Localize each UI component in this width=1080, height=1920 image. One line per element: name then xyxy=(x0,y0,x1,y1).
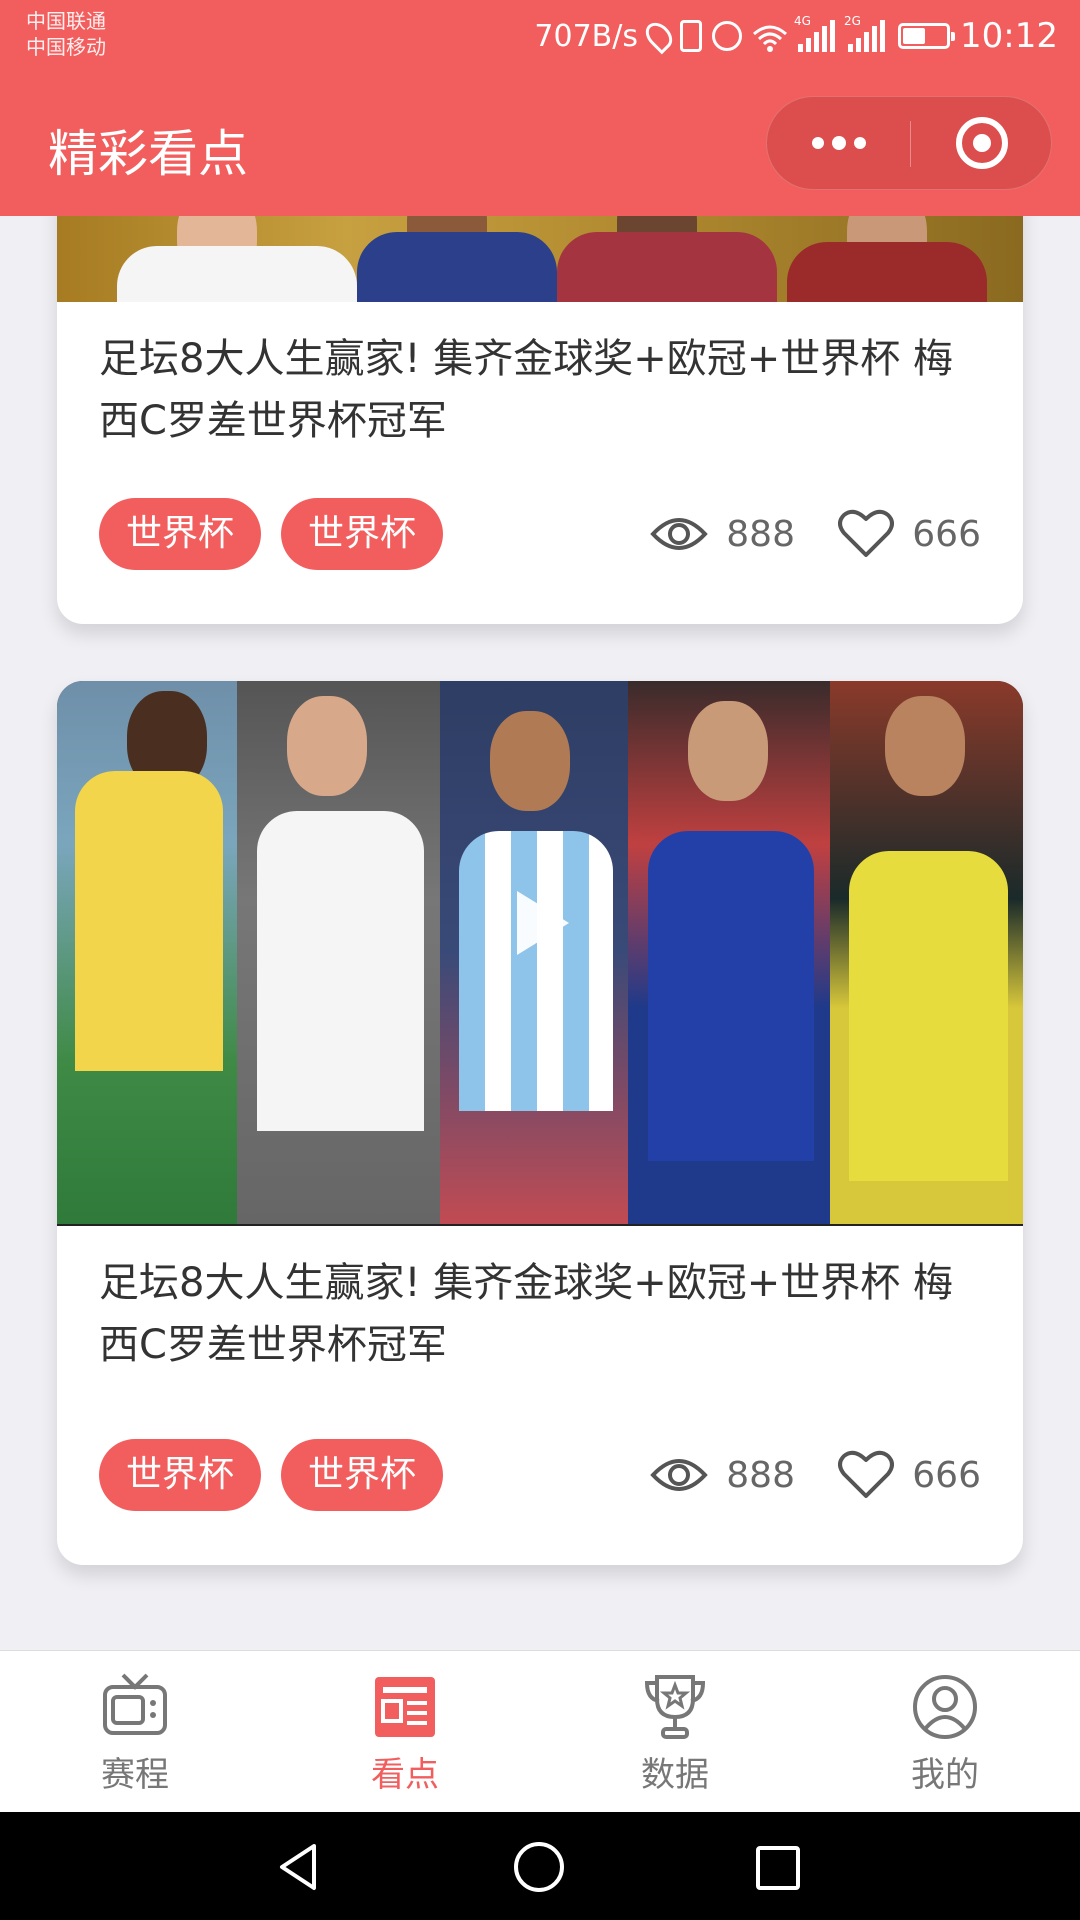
player-photo xyxy=(237,681,440,1226)
news-icon xyxy=(369,1671,441,1743)
article-title[interactable]: 足坛8大人生赢家! 集齐金球奖+欧冠+世界杯 梅西C罗差世界杯冠军 xyxy=(57,302,1023,452)
tab-bar: 赛程 看点 数据 我的 xyxy=(0,1650,1080,1812)
carrier-info: 中国联通 中国移动 xyxy=(26,8,106,60)
carrier-2: 中国移动 xyxy=(26,35,106,59)
tab-data[interactable]: 数据 xyxy=(540,1651,810,1812)
view-count-value: 888 xyxy=(726,1454,795,1496)
article-thumbnail[interactable] xyxy=(57,216,1023,302)
signal-1-icon: 4G xyxy=(794,14,838,52)
like-count[interactable]: 666 xyxy=(838,1439,981,1511)
play-icon[interactable] xyxy=(517,891,569,955)
like-count-value: 666 xyxy=(912,513,981,555)
thumbnail-border xyxy=(57,1224,1023,1226)
tag-chip[interactable]: 世界杯 xyxy=(99,498,261,570)
tag-chip[interactable]: 世界杯 xyxy=(281,1439,443,1511)
status-bar: 中国联通 中国移动 707B/s 4G 2G 10:12 xyxy=(0,0,1080,72)
recent-apps-icon[interactable] xyxy=(756,1846,800,1890)
article-meta: 世界杯 世界杯 888 666 xyxy=(99,498,981,570)
nav-bar: 精彩看点 xyxy=(0,72,1080,216)
clock: 10:12 xyxy=(960,16,1058,56)
player-photo xyxy=(117,246,357,302)
home-icon[interactable] xyxy=(514,1842,564,1892)
user-icon xyxy=(909,1671,981,1743)
capsule-menu xyxy=(766,96,1052,190)
heart-icon[interactable] xyxy=(838,1450,895,1500)
tag-chip[interactable]: 世界杯 xyxy=(99,1439,261,1511)
status-icons: 707B/s 4G 2G 10:12 xyxy=(534,14,1058,58)
tv-icon xyxy=(99,1671,171,1743)
player-photo xyxy=(787,242,987,302)
view-count: 888 xyxy=(650,498,795,570)
more-dots-icon[interactable] xyxy=(767,97,910,189)
trophy-icon xyxy=(639,1671,711,1743)
mini-program-close-icon[interactable] xyxy=(910,97,1053,189)
carrier-1: 中国联通 xyxy=(26,9,106,33)
like-count-value: 666 xyxy=(912,1454,981,1496)
player-photo xyxy=(57,681,237,1226)
tag-chip[interactable]: 世界杯 xyxy=(281,498,443,570)
article-card[interactable]: 足坛8大人生赢家! 集齐金球奖+欧冠+世界杯 梅西C罗差世界杯冠军 世界杯 世界… xyxy=(57,216,1023,624)
network-speed: 707B/s xyxy=(534,18,639,54)
feed-list[interactable]: 足坛8大人生赢家! 集齐金球奖+欧冠+世界杯 梅西C罗差世界杯冠军 世界杯 世界… xyxy=(0,216,1080,1650)
article-meta: 世界杯 世界杯 888 666 xyxy=(99,1439,981,1511)
system-nav-bar xyxy=(0,1812,1080,1920)
page-title: 精彩看点 xyxy=(48,125,248,183)
tab-schedule[interactable]: 赛程 xyxy=(0,1651,270,1812)
eye-icon xyxy=(650,1455,709,1495)
player-photo xyxy=(830,681,1023,1226)
player-photo xyxy=(557,232,777,302)
article-card[interactable]: 足坛8大人生赢家! 集齐金球奖+欧冠+世界杯 梅西C罗差世界杯冠军 世界杯 世界… xyxy=(57,681,1023,1565)
video-thumbnail[interactable] xyxy=(57,681,1023,1226)
signal-2-icon: 2G xyxy=(844,14,888,52)
location-icon xyxy=(640,17,678,55)
like-count[interactable]: 666 xyxy=(838,498,981,570)
back-icon[interactable] xyxy=(274,1842,324,1892)
tab-label: 赛程 xyxy=(101,1755,169,1795)
eye-icon xyxy=(650,514,709,554)
signal-2-type: 2G xyxy=(844,14,861,28)
view-count-value: 888 xyxy=(726,513,795,555)
player-photo xyxy=(628,681,830,1226)
tab-mine[interactable]: 我的 xyxy=(810,1651,1080,1812)
view-count: 888 xyxy=(650,1439,795,1511)
player-photo xyxy=(357,232,557,302)
battery-icon xyxy=(898,23,956,49)
heart-icon[interactable] xyxy=(838,509,895,559)
alarm-icon xyxy=(712,21,743,51)
tab-highlights[interactable]: 看点 xyxy=(270,1651,540,1812)
wifi-icon xyxy=(752,22,788,52)
tab-label: 数据 xyxy=(641,1755,709,1795)
vibrate-icon xyxy=(680,20,703,52)
article-title[interactable]: 足坛8大人生赢家! 集齐金球奖+欧冠+世界杯 梅西C罗差世界杯冠军 xyxy=(57,1226,1023,1376)
tab-label: 我的 xyxy=(911,1755,979,1795)
tab-label: 看点 xyxy=(371,1755,439,1795)
signal-1-type: 4G xyxy=(794,14,811,28)
